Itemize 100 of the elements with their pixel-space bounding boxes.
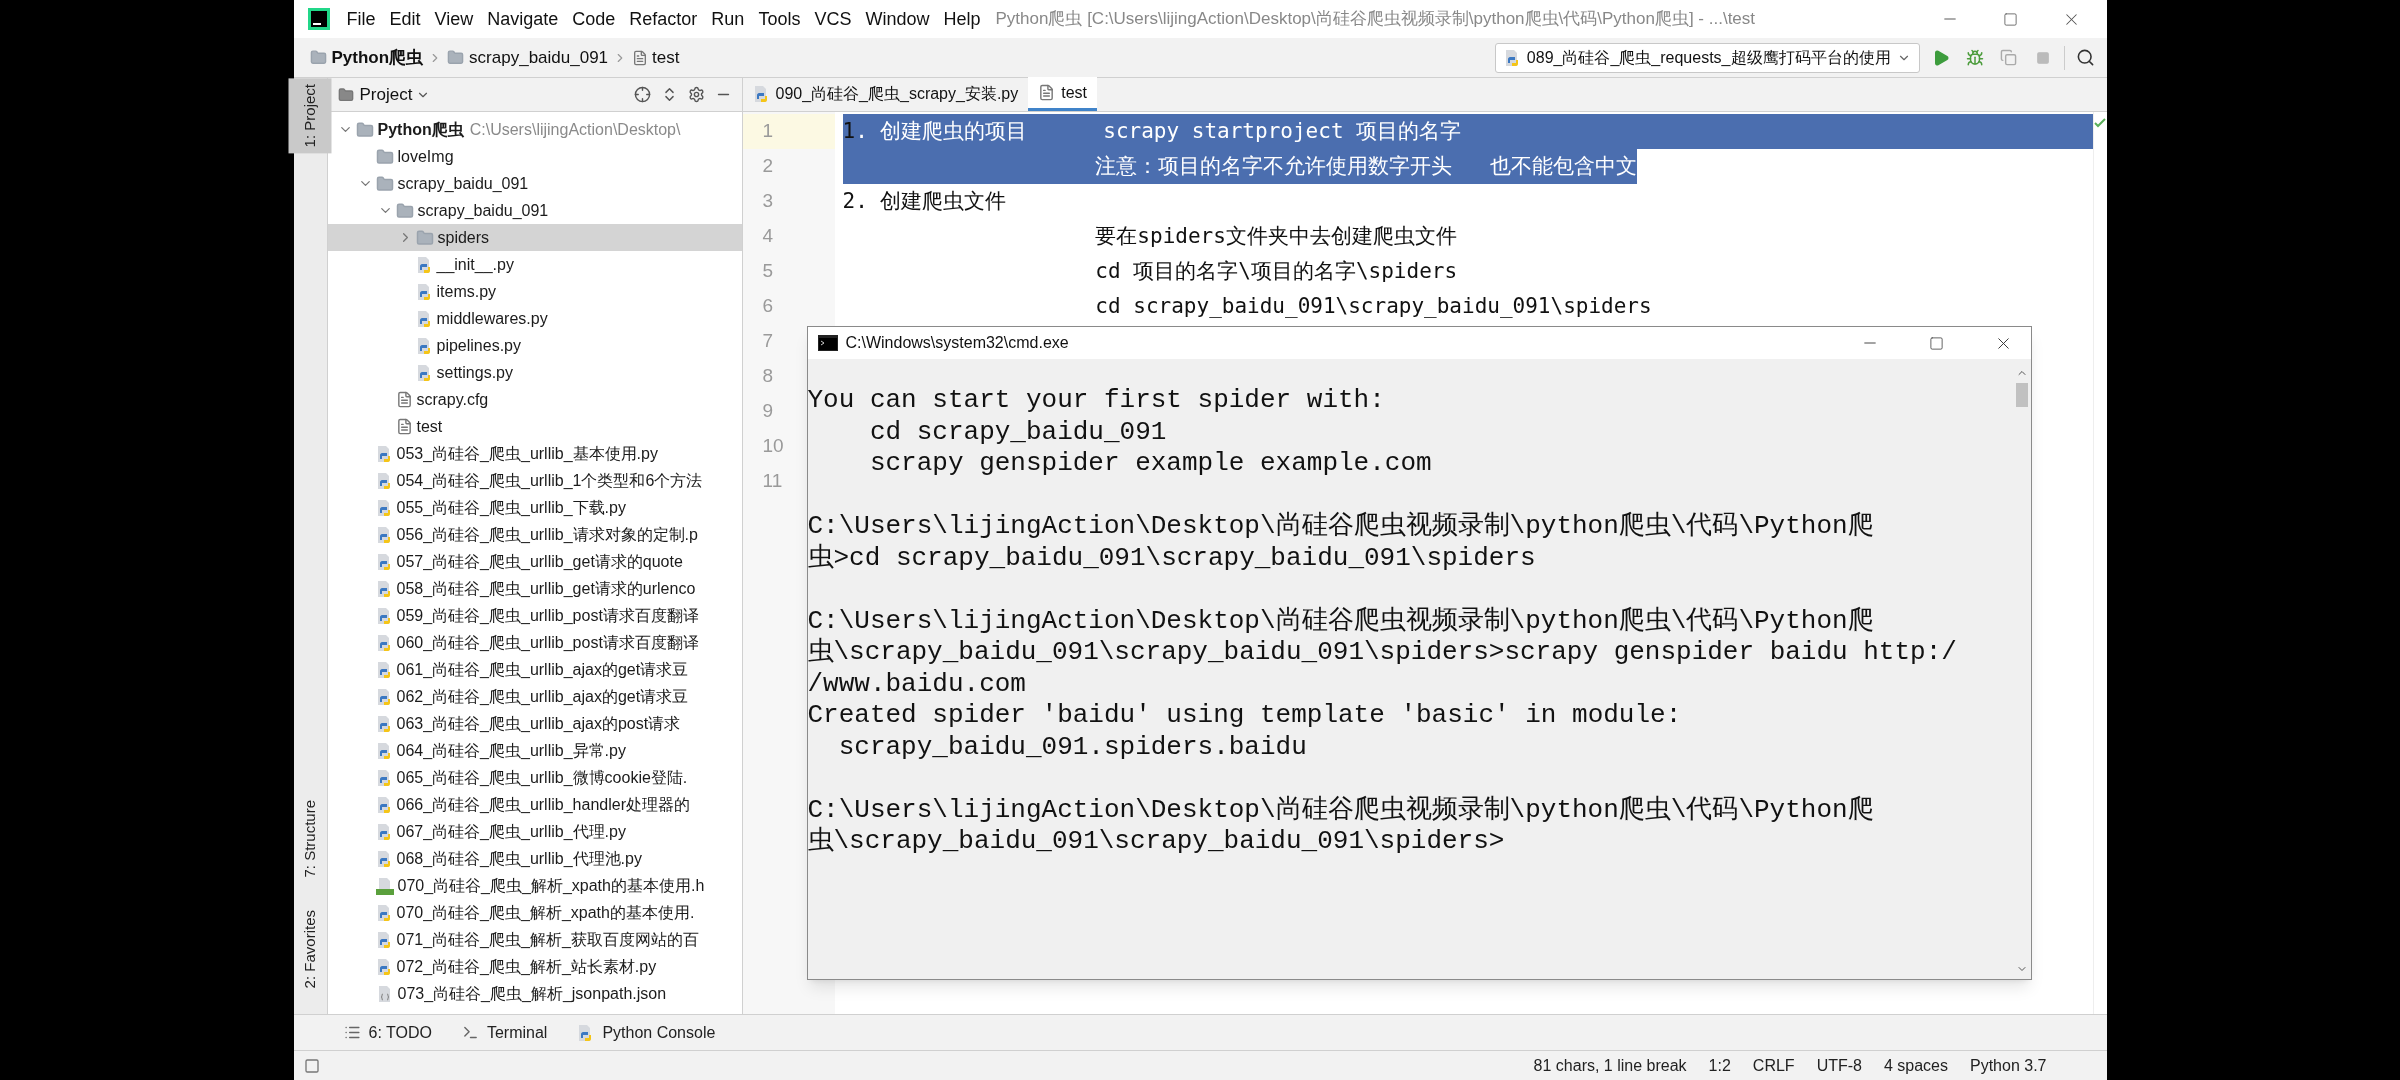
terminal-icon bbox=[461, 1024, 479, 1041]
tree-item[interactable]: 059_尚硅谷_爬虫_urllib_post请求百度翻译 bbox=[327, 602, 742, 629]
tree-item[interactable]: scrapy.cfg bbox=[327, 386, 742, 413]
python-file-icon bbox=[375, 849, 393, 868]
side-tab[interactable]: 1: Project bbox=[288, 78, 332, 154]
tree-item[interactable]: 063_尚硅谷_爬虫_urllib_ajax的post请求 bbox=[327, 710, 742, 737]
folder-icon bbox=[355, 120, 374, 139]
tree-item-label: 060_尚硅谷_爬虫_urllib_post请求百度翻译 bbox=[396, 632, 699, 653]
tree-item-label: 065_尚硅谷_爬虫_urllib_微博cookie登陆. bbox=[396, 767, 688, 788]
tree-item[interactable]: 065_尚硅谷_爬虫_urllib_微博cookie登陆. bbox=[327, 764, 742, 791]
settings-icon[interactable] bbox=[687, 86, 705, 103]
text-file-icon bbox=[395, 391, 413, 408]
python-file-icon bbox=[375, 633, 393, 652]
tree-item-label: 053_尚硅谷_爬虫_urllib_基本使用.py bbox=[396, 443, 658, 464]
line-number: 2 bbox=[762, 154, 774, 179]
panel-title[interactable]: Project bbox=[359, 81, 413, 108]
code-line: cd 项目的名字\项目的名字\spiders bbox=[1094, 257, 1458, 285]
python-file-icon bbox=[375, 606, 393, 625]
folder-icon bbox=[309, 49, 327, 66]
line-number: 10 bbox=[762, 434, 784, 459]
console-line: scrapy genspider example example.com bbox=[868, 448, 1432, 480]
line-number: 3 bbox=[762, 189, 774, 214]
html-file-icon bbox=[375, 876, 394, 895]
python-file-icon bbox=[375, 687, 393, 706]
console-line: 虫\scrapy_baidu_091\scrapy_baidu_091\spiders>scrapy genspider baidu http:/ bbox=[807, 637, 1957, 669]
tree-item[interactable]: 061_尚硅谷_爬虫_urllib_ajax的get请求豆 bbox=[327, 656, 742, 683]
python-file-icon bbox=[375, 741, 393, 760]
status-item[interactable]: 81 chars, 1 line break bbox=[1533, 1053, 1687, 1078]
status-item[interactable]: Python 3.7 bbox=[1970, 1053, 2047, 1078]
layout-icon[interactable] bbox=[303, 1057, 320, 1074]
console-line: You can start your first spider with: bbox=[807, 385, 1385, 417]
tree-item-label: 066_尚硅谷_爬虫_urllib_handler处理器的 bbox=[396, 794, 690, 815]
tree-item-label: scrapy_baidu_091 bbox=[417, 200, 549, 221]
console-line: C:\Users\lijingAction\Desktop\尚硅谷爬虫视频录制\python爬虫\代码\Python爬 bbox=[807, 511, 1874, 543]
tree-item[interactable]: spiders bbox=[327, 224, 742, 251]
tool-tab[interactable]: Python Console bbox=[602, 1020, 716, 1045]
python-file-icon bbox=[375, 444, 393, 463]
scrollbar-thumb[interactable] bbox=[2016, 383, 2028, 407]
maximize-icon[interactable] bbox=[1928, 335, 1944, 351]
tree-item[interactable]: test bbox=[327, 413, 742, 440]
tree-item[interactable]: 062_尚硅谷_爬虫_urllib_ajax的get请求豆 bbox=[327, 683, 742, 710]
tree-item[interactable]: 060_尚硅谷_爬虫_urllib_post请求百度翻译 bbox=[327, 629, 742, 656]
folder-icon bbox=[447, 49, 465, 66]
python-file-icon bbox=[375, 930, 393, 949]
run-configuration-dropdown[interactable]: 089_尚硅谷_爬虫_requests_超级鹰打码平台的使用 bbox=[1494, 42, 1920, 73]
status-item[interactable]: 4 spaces bbox=[1883, 1053, 1948, 1078]
tree-item-label: items.py bbox=[436, 281, 497, 302]
line-number: 1 bbox=[762, 119, 774, 144]
tree-item[interactable]: __init__.py bbox=[327, 251, 742, 278]
tree-item-label: 070_尚硅谷_爬虫_解析_xpath的基本使用.h bbox=[397, 875, 705, 896]
locate-icon[interactable] bbox=[633, 86, 651, 103]
console-line: C:\Users\lijingAction\Desktop\尚硅谷爬虫视频录制\python爬虫\代码\Python爬 bbox=[807, 794, 1874, 826]
tree-item[interactable]: scrapy_baidu_091 bbox=[327, 170, 742, 197]
breadcrumb[interactable]: test bbox=[652, 44, 680, 71]
menu-item[interactable]: File bbox=[339, 5, 383, 33]
editor-tab[interactable]: test bbox=[1028, 77, 1098, 111]
tree-item[interactable]: 053_尚硅谷_爬虫_urllib_基本使用.py bbox=[327, 440, 742, 467]
python-file-icon bbox=[375, 795, 393, 814]
editor-tab[interactable]: 090_尚硅谷_爬虫_scrapy_安装.py bbox=[742, 77, 1029, 111]
menu-item[interactable]: Run bbox=[704, 5, 752, 33]
code-line: 要在spiders文件夹中去创建爬虫文件 bbox=[1094, 222, 1457, 250]
tree-item[interactable]: 056_尚硅谷_爬虫_urllib_请求对象的定制.p bbox=[327, 521, 742, 548]
tool-tab[interactable]: 6: TODO bbox=[368, 1020, 432, 1045]
menu-item[interactable]: Edit bbox=[382, 5, 428, 33]
tree-item-label: pipelines.py bbox=[436, 335, 521, 356]
status-item[interactable]: 1:2 bbox=[1708, 1053, 1731, 1078]
code-line: cd scrapy_baidu_091\scrapy_baidu_091\spiders bbox=[1094, 292, 1652, 320]
menu-item[interactable]: Navigate bbox=[480, 5, 566, 33]
tree-item[interactable]: 057_尚硅谷_爬虫_urllib_get请求的quote bbox=[327, 548, 742, 575]
tree-item[interactable]: 054_尚硅谷_爬虫_urllib_1个类型和6个方法 bbox=[327, 467, 742, 494]
tree-item[interactable]: 058_尚硅谷_爬虫_urllib_get请求的urlenco bbox=[327, 575, 742, 602]
python-file-icon bbox=[415, 282, 433, 301]
status-item[interactable]: CRLF bbox=[1752, 1053, 1795, 1078]
text-file-icon bbox=[395, 418, 413, 435]
tool-tab[interactable]: Terminal bbox=[486, 1020, 548, 1045]
python-file-icon bbox=[375, 822, 393, 841]
tree-item[interactable]: items.py bbox=[327, 278, 742, 305]
tree-item[interactable]: 064_尚硅谷_爬虫_urllib_异常.py bbox=[327, 737, 742, 764]
menu-item[interactable]: Window bbox=[858, 5, 937, 33]
tree-item[interactable]: 055_尚硅谷_爬虫_urllib_下载.py bbox=[327, 494, 742, 521]
menu-item[interactable]: Tools bbox=[751, 5, 808, 33]
tree-item[interactable]: scrapy_baidu_091 bbox=[327, 197, 742, 224]
breadcrumb[interactable]: scrapy_baidu_091 bbox=[469, 44, 609, 71]
tree-item-label: 063_尚硅谷_爬虫_urllib_ajax的post请求 bbox=[396, 713, 681, 734]
tree-item[interactable]: middlewares.py bbox=[327, 305, 742, 332]
tree-item[interactable]: pipelines.py bbox=[327, 332, 742, 359]
menu-item[interactable]: Code bbox=[565, 5, 623, 33]
menu-item[interactable]: Refactor bbox=[622, 5, 705, 33]
status-item[interactable]: UTF-8 bbox=[1816, 1053, 1862, 1078]
menu-item[interactable]: VCS bbox=[807, 5, 859, 33]
tree-item[interactable]: settings.py bbox=[327, 359, 742, 386]
python-file-icon bbox=[415, 309, 433, 328]
breadcrumb[interactable]: Python爬虫 bbox=[331, 44, 424, 71]
menu-item[interactable]: Help bbox=[936, 5, 988, 33]
python-file-icon bbox=[415, 336, 433, 355]
console-scrollbar[interactable] bbox=[2013, 359, 2031, 979]
maximize-icon[interactable] bbox=[2002, 11, 2018, 27]
menu-item[interactable]: View bbox=[427, 5, 481, 33]
tree-item-label: Python爬虫 bbox=[377, 119, 464, 140]
line-number: 4 bbox=[762, 224, 774, 249]
